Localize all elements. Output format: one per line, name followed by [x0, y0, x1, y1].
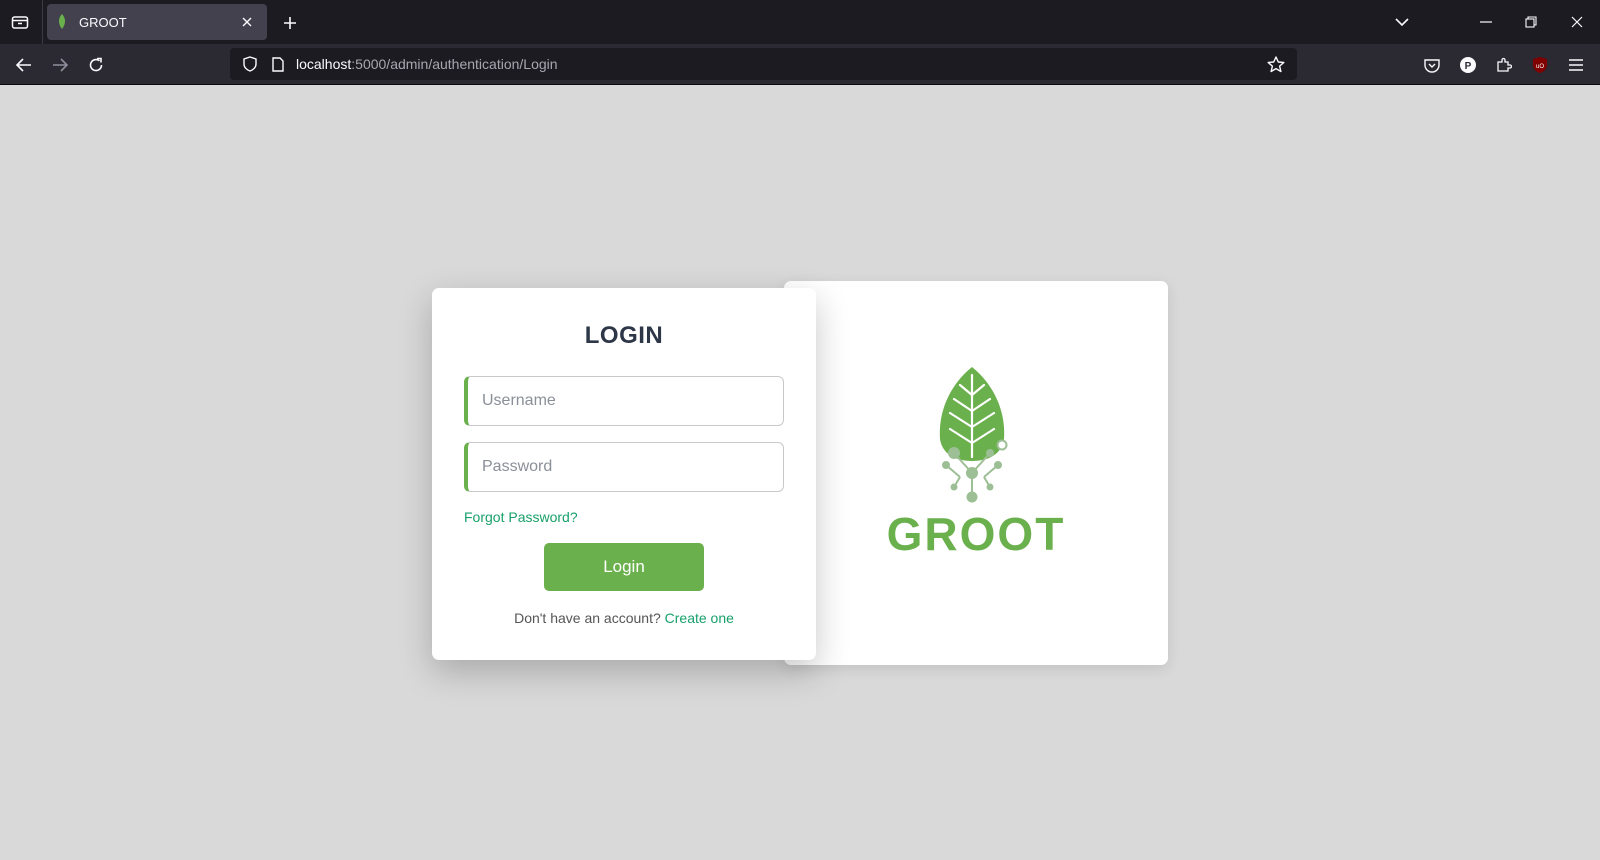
pocket-icon[interactable] — [1418, 51, 1446, 79]
svg-text:P: P — [1465, 61, 1472, 72]
browser-nav-bar: localhost:5000/admin/authentication/Logi… — [0, 44, 1600, 85]
svg-text:uO: uO — [1536, 64, 1544, 70]
username-input[interactable] — [464, 376, 784, 426]
extensions-puzzle-icon[interactable] — [1490, 51, 1518, 79]
browser-tab-bar: GROOT — [0, 0, 1600, 44]
shield-icon[interactable] — [240, 54, 260, 74]
profile-extension-icon[interactable]: P — [1454, 51, 1482, 79]
tab-separator — [42, 0, 43, 44]
back-arrow-icon[interactable] — [10, 51, 38, 79]
address-bar[interactable]: localhost:5000/admin/authentication/Logi… — [230, 48, 1297, 80]
signup-prompt: Don't have an account? — [514, 610, 661, 626]
logo-card: GROOT — [784, 281, 1168, 665]
login-button[interactable]: Login — [544, 543, 704, 591]
signup-prompt-row: Don't have an account? Create one — [432, 610, 816, 626]
create-account-link[interactable]: Create one — [665, 610, 734, 626]
close-tab-icon[interactable] — [237, 12, 257, 32]
restore-icon[interactable] — [1517, 8, 1545, 36]
minimize-icon[interactable] — [1472, 8, 1500, 36]
tab-overview-icon[interactable] — [8, 10, 32, 34]
menu-hamburger-icon[interactable] — [1562, 51, 1590, 79]
bookmark-star-icon[interactable] — [1265, 53, 1287, 75]
groot-leaf-logo-icon — [939, 367, 1008, 503]
password-input[interactable] — [464, 442, 784, 492]
url-text[interactable]: localhost:5000/admin/authentication/Logi… — [296, 56, 1265, 72]
logo-wordmark: GROOT — [886, 508, 1066, 560]
ublock-origin-icon[interactable]: uO — [1526, 51, 1554, 79]
close-window-icon[interactable] — [1563, 8, 1591, 36]
reload-icon[interactable] — [82, 51, 110, 79]
tab-title: GROOT — [79, 14, 127, 30]
url-path: :5000/admin/authentication/Login — [351, 56, 558, 72]
leaf-favicon-icon — [57, 14, 71, 30]
page-icon[interactable] — [268, 54, 288, 74]
login-title: LOGIN — [584, 322, 664, 349]
login-card: LOGIN Forgot Password? Login Don't have … — [432, 288, 816, 660]
forgot-password-link[interactable]: Forgot Password? — [464, 509, 578, 525]
browser-tab[interactable]: GROOT — [47, 4, 267, 40]
url-host: localhost — [296, 56, 352, 72]
forward-arrow-icon[interactable] — [46, 51, 74, 79]
new-tab-icon[interactable] — [277, 10, 303, 36]
list-all-tabs-icon[interactable] — [1388, 8, 1416, 36]
